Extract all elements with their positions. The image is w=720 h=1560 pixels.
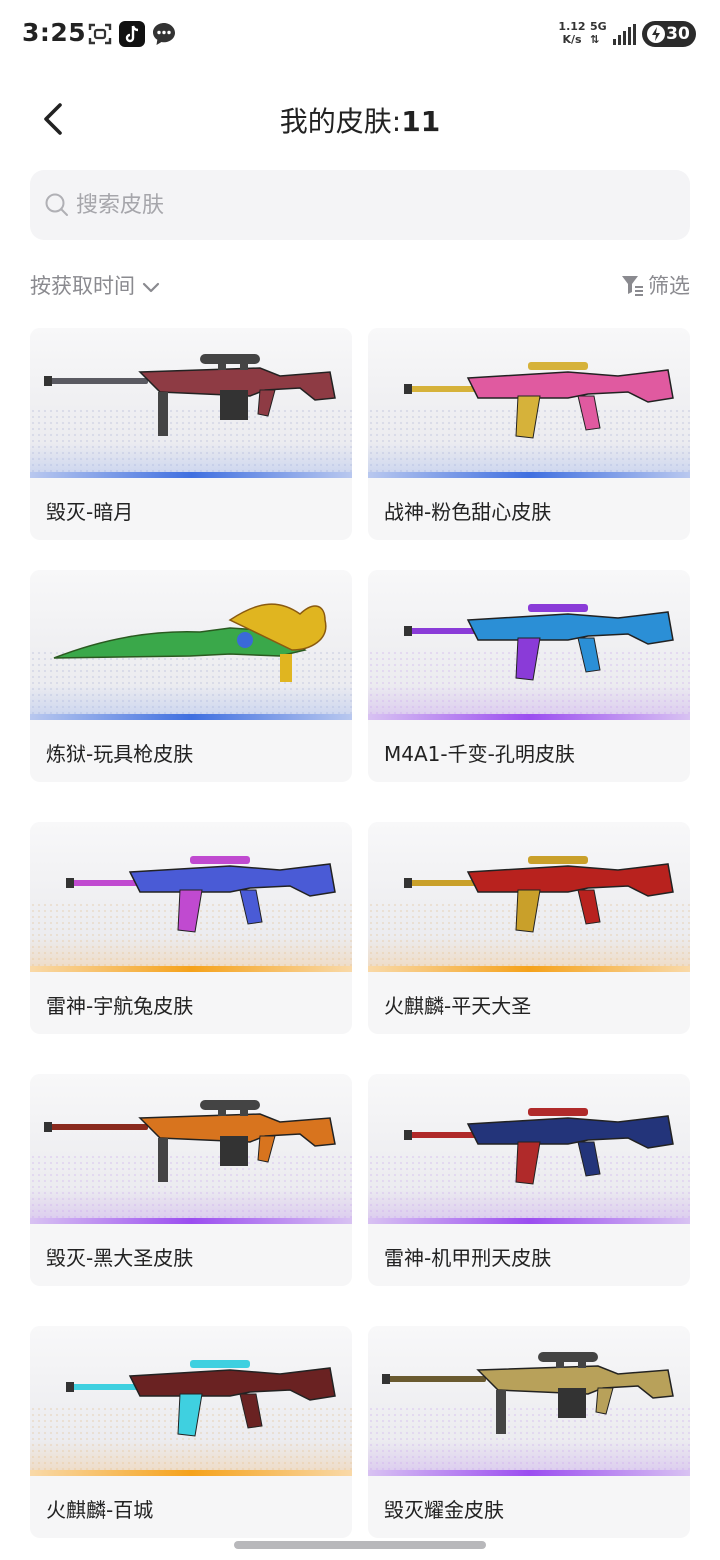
assault-rifle-icon bbox=[404, 604, 674, 681]
skin-card[interactable]: 雷神-宇航兔皮肤 bbox=[30, 822, 352, 1034]
data-arrows-icon: ⇅ bbox=[590, 33, 600, 46]
skin-image bbox=[368, 1074, 690, 1224]
rarity-bar bbox=[30, 472, 352, 478]
skin-name: 雷神-机甲刑天皮肤 bbox=[384, 1246, 552, 1270]
filter-label: 筛选 bbox=[648, 274, 690, 298]
rarity-bar bbox=[30, 966, 352, 972]
assault-rifle-icon bbox=[404, 1108, 674, 1185]
tiktok-icon bbox=[119, 21, 145, 47]
skin-card[interactable]: 战神-粉色甜心皮肤 bbox=[368, 328, 690, 540]
rarity-bar bbox=[30, 1470, 352, 1476]
rarity-bar bbox=[368, 1470, 690, 1476]
skin-name: 毁灭-黑大圣皮肤 bbox=[46, 1246, 194, 1270]
status-bar: 3:25 1.12 K/s 5G ⇅ 30 bbox=[0, 0, 720, 70]
skin-image bbox=[368, 1326, 690, 1476]
header: 我的皮肤:11 bbox=[0, 80, 720, 160]
page-title: 我的皮肤:11 bbox=[0, 100, 720, 140]
rarity-bar bbox=[368, 966, 690, 972]
status-time: 3:25 bbox=[22, 18, 87, 47]
skin-grid: 毁灭-暗月 战神-粉色甜心皮肤炼狱-玩具枪皮肤 M4A1-千变-孔明皮肤雷神-宇航兔… bbox=[30, 328, 690, 1560]
rarity-bar bbox=[368, 472, 690, 478]
skin-image bbox=[368, 822, 690, 972]
message-icon bbox=[153, 23, 175, 45]
skin-image bbox=[30, 1326, 352, 1476]
signal-icon bbox=[613, 24, 636, 45]
sniper-rifle-icon bbox=[382, 1352, 674, 1434]
skin-name: 炼狱-玩具枪皮肤 bbox=[46, 742, 194, 766]
battery-level: 30 bbox=[666, 24, 690, 44]
skin-name: 火麒麟-百城 bbox=[46, 1498, 154, 1522]
skin-name: 雷神-宇航兔皮肤 bbox=[46, 994, 194, 1018]
rarity-bar bbox=[30, 714, 352, 720]
skin-image bbox=[368, 328, 690, 478]
assault-rifle-icon bbox=[404, 362, 674, 439]
search-icon bbox=[45, 193, 68, 216]
dragon-rifle-icon bbox=[53, 603, 327, 682]
skin-card[interactable]: 火麒麟-百城 bbox=[30, 1326, 352, 1538]
skin-card[interactable]: 火麒麟-平天大圣 bbox=[368, 822, 690, 1034]
skin-card[interactable]: M4A1-千变-孔明皮肤 bbox=[368, 570, 690, 782]
page-title-label: 我的皮肤: bbox=[279, 105, 402, 138]
network-speed: 1.12 K/s bbox=[558, 20, 586, 46]
assault-rifle-icon bbox=[66, 1360, 336, 1437]
filter-button[interactable]: 筛选 bbox=[620, 268, 690, 302]
skin-card[interactable]: 毁灭-暗月 bbox=[30, 328, 352, 540]
chevron-down-icon bbox=[142, 282, 160, 293]
search-input[interactable] bbox=[76, 170, 676, 240]
home-indicator[interactable] bbox=[234, 1541, 486, 1549]
sniper-rifle-icon bbox=[44, 1100, 336, 1182]
skin-name: 毁灭-暗月 bbox=[46, 500, 134, 524]
skin-name: 火麒麟-平天大圣 bbox=[384, 994, 532, 1018]
assault-rifle-icon bbox=[66, 856, 336, 933]
skin-image bbox=[30, 570, 352, 720]
assault-rifle-icon bbox=[404, 856, 674, 933]
skin-image bbox=[30, 1074, 352, 1224]
skin-name: M4A1-千变-孔明皮肤 bbox=[384, 742, 575, 766]
network-type: 5G ⇅ bbox=[590, 20, 607, 46]
skin-image bbox=[368, 570, 690, 720]
rarity-bar bbox=[368, 714, 690, 720]
battery-indicator: 30 bbox=[642, 21, 696, 47]
skin-card[interactable]: 毁灭-黑大圣皮肤 bbox=[30, 1074, 352, 1286]
skin-card[interactable]: 毁灭耀金皮肤 bbox=[368, 1326, 690, 1538]
skin-image bbox=[30, 822, 352, 972]
skin-name: 毁灭耀金皮肤 bbox=[384, 1498, 504, 1522]
skin-image bbox=[30, 328, 352, 478]
skin-card[interactable]: 雷神-机甲刑天皮肤 bbox=[368, 1074, 690, 1286]
rarity-bar bbox=[30, 1218, 352, 1224]
sort-label: 按获取时间 bbox=[30, 274, 135, 298]
skin-count: 11 bbox=[401, 105, 441, 138]
skin-name: 战神-粉色甜心皮肤 bbox=[384, 500, 552, 524]
search-box[interactable] bbox=[30, 170, 690, 240]
sniper-rifle-icon bbox=[44, 354, 336, 436]
filter-icon bbox=[622, 276, 643, 296]
rarity-bar bbox=[368, 1218, 690, 1224]
scan-icon bbox=[88, 23, 112, 45]
skin-card[interactable]: 炼狱-玩具枪皮肤 bbox=[30, 570, 352, 782]
sort-by-time-button[interactable]: 按获取时间 bbox=[30, 268, 163, 302]
